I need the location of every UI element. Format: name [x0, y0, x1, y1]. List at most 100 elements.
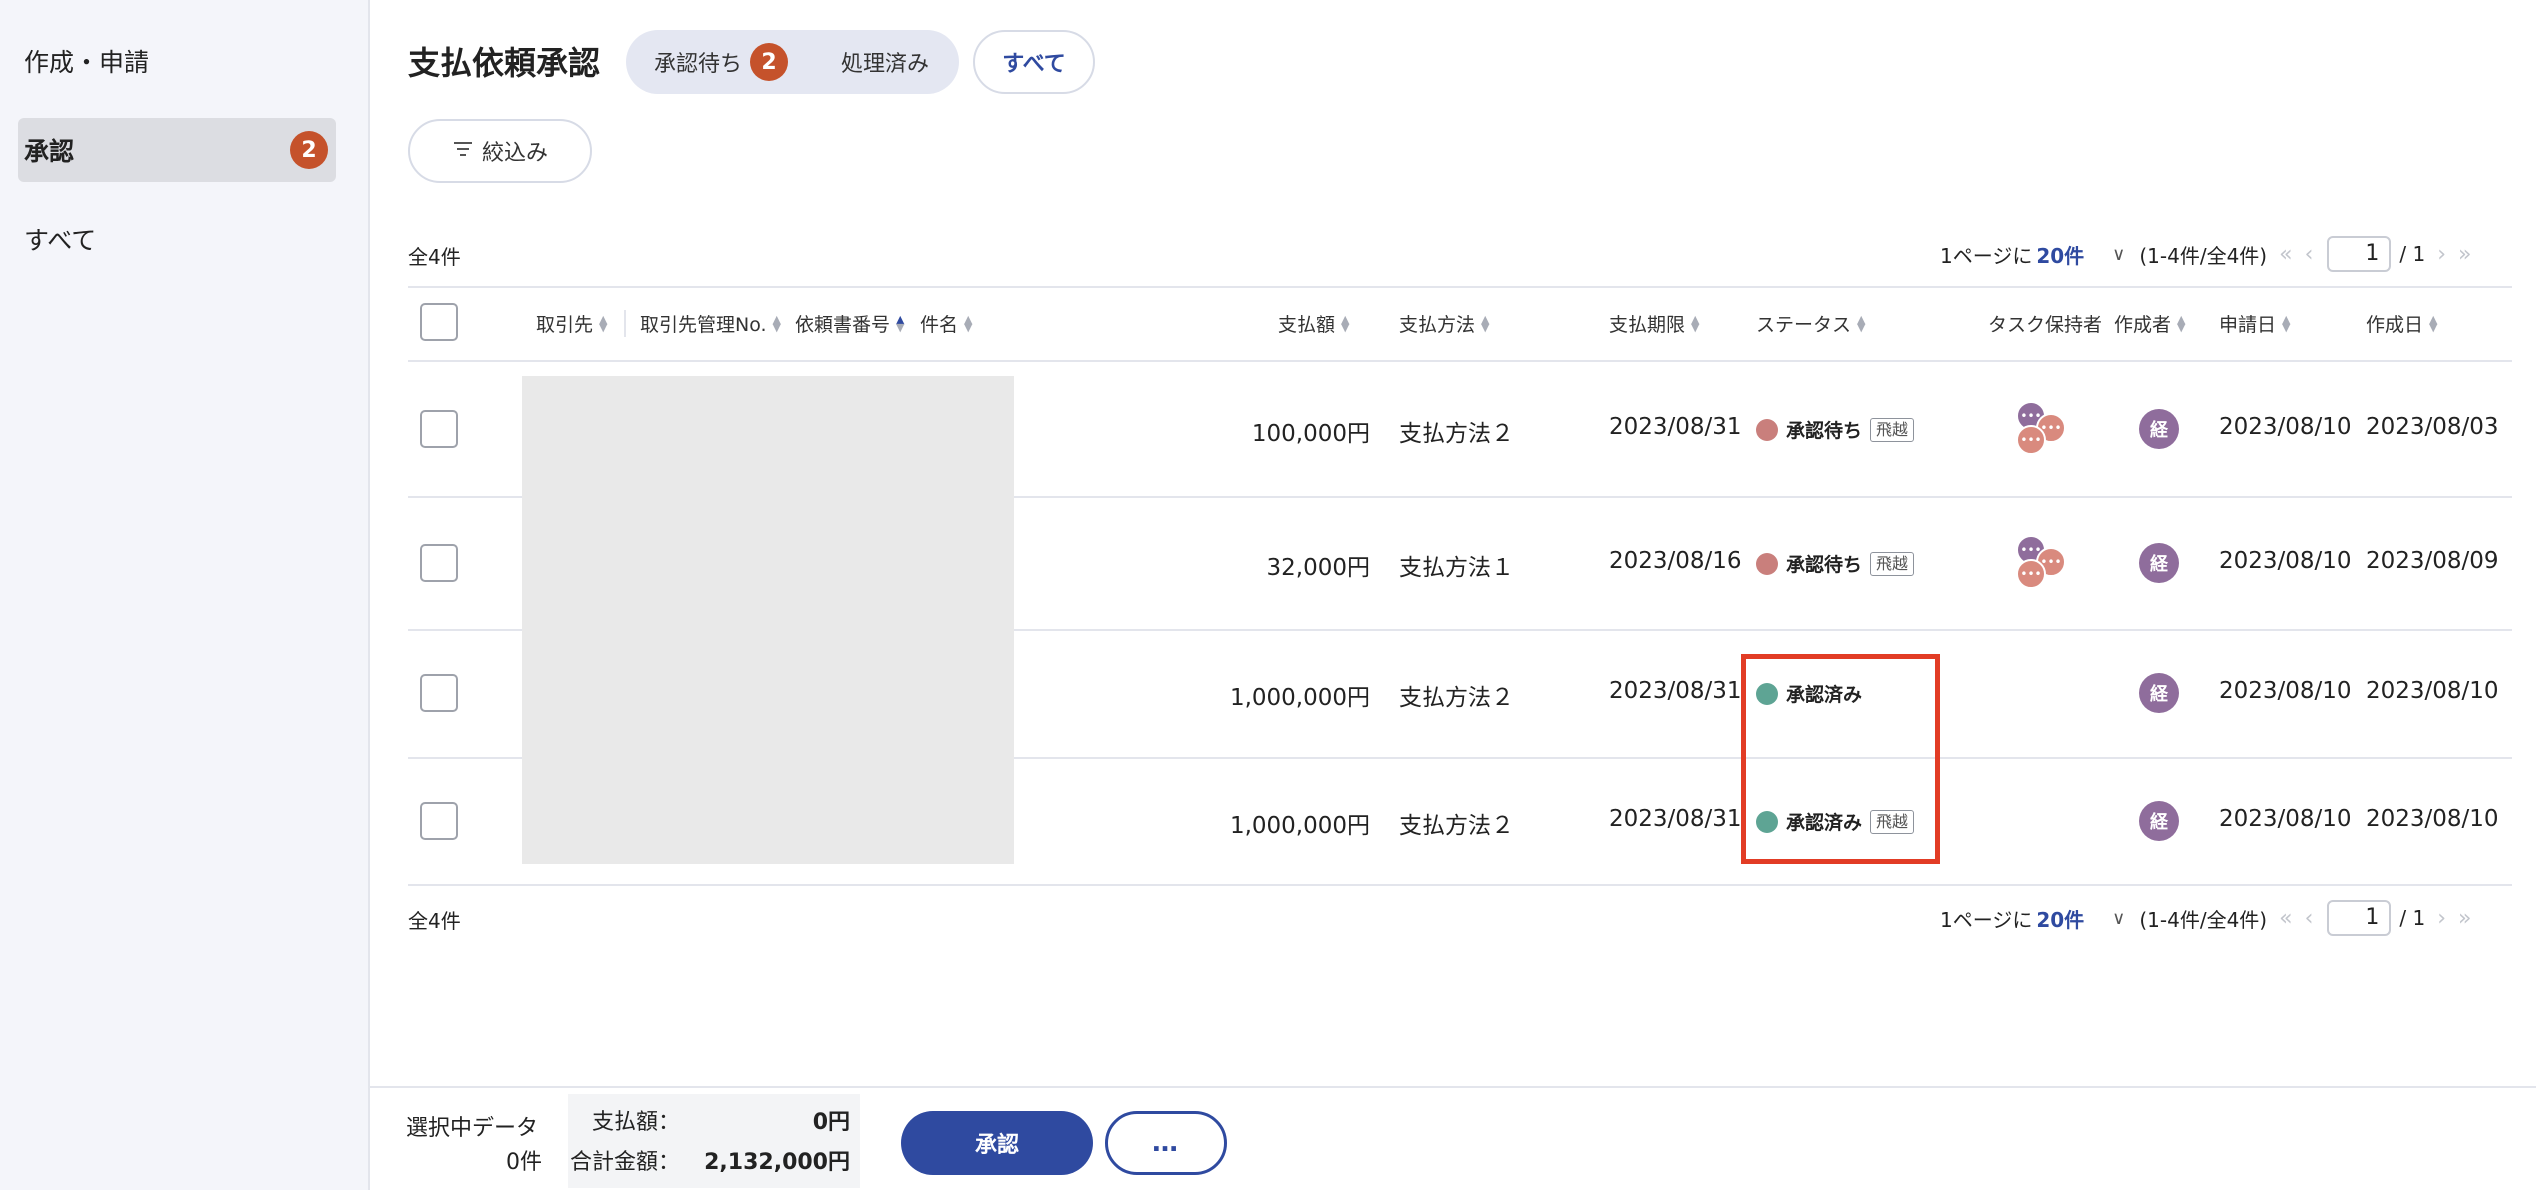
task-holder-avatars[interactable]: ••• ••• •••: [2016, 401, 2072, 457]
sort-icon: ▲ ▼: [2177, 312, 2186, 334]
column-header-subject[interactable]: 件名 ▲ ▼: [920, 310, 972, 337]
per-page-label: 1ページに: [1940, 907, 2033, 932]
column-label: 件名: [920, 314, 959, 336]
column-header-creator[interactable]: 作成者 ▲ ▼: [2114, 310, 2185, 337]
row-checkbox[interactable]: [420, 802, 458, 840]
last-page-icon[interactable]: »: [2458, 906, 2471, 931]
ellipsis-icon: …: [1152, 1128, 1180, 1158]
creator-avatar[interactable]: 経: [2139, 801, 2179, 841]
due-cell: 2023/08/31: [1609, 806, 1742, 832]
tab-label: 処理済み: [841, 52, 930, 77]
chevron-down-icon[interactable]: ∨: [2112, 908, 2125, 929]
tab-processed[interactable]: 処理済み: [841, 30, 929, 94]
sort-icon: ▲ ▼: [2282, 312, 2291, 334]
sort-icon: ▲ ▼: [772, 312, 782, 334]
per-page-select[interactable]: 20件: [2036, 904, 2084, 933]
page-number-input[interactable]: 1: [2327, 900, 2392, 936]
sort-icon: ▲ ▼: [1857, 312, 1866, 334]
sort-icon: ▲ ▼: [599, 312, 608, 334]
pagination: 1ページに 20件 ∨ (1-4件/全4件) « ‹ 1 / 1 › »: [1940, 898, 2471, 938]
due-cell: 2023/08/16: [1609, 548, 1742, 574]
sidebar-item-approval[interactable]: 承認 2: [18, 118, 336, 182]
sort-icon: ▲ ▼: [1481, 312, 1490, 334]
status-label: 承認待ち: [1786, 420, 1863, 442]
select-all-checkbox[interactable]: [420, 303, 458, 341]
column-header-vendor-no[interactable]: 取引先管理No. ▲ ▼: [624, 310, 781, 337]
sort-icon: ▲ ▼: [1341, 312, 1350, 334]
approve-button[interactable]: 承認: [901, 1111, 1093, 1175]
task-holder-avatars[interactable]: ••• ••• •••: [2016, 535, 2072, 591]
creator-avatar[interactable]: 経: [2139, 409, 2179, 449]
more-options-button[interactable]: …: [1105, 1111, 1227, 1175]
tab-label: すべて: [1002, 52, 1066, 77]
column-label: 支払期限: [1609, 314, 1686, 336]
last-page-icon[interactable]: »: [2458, 242, 2471, 267]
tab-all[interactable]: すべて: [973, 30, 1095, 94]
applied-date-cell: 2023/08/10: [2219, 806, 2352, 832]
column-header-request-no[interactable]: 依頼書番号 ▲ ▼: [795, 310, 904, 337]
avatar: •••: [2016, 559, 2046, 589]
pagination: 1ページに 20件 ∨ (1-4件/全4件) « ‹ 1 / 1 › »: [1940, 234, 2471, 274]
due-cell: 2023/08/31: [1609, 678, 1742, 704]
column-header-vendor[interactable]: 取引先 ▲ ▼: [536, 310, 607, 337]
table-header-divider: [408, 360, 2512, 362]
sidebar-item-label: 作成・申請: [24, 48, 150, 77]
due-cell: 2023/08/31: [1609, 414, 1742, 440]
per-page-select[interactable]: 20件: [2036, 240, 2084, 269]
per-page-label: 1ページに: [1940, 243, 2033, 268]
column-label: 取引先管理No.: [640, 314, 767, 336]
sort-icon: ▲ ▼: [964, 312, 973, 334]
created-date-cell: 2023/08/03: [2366, 414, 2499, 440]
applied-date-cell: 2023/08/10: [2219, 414, 2352, 440]
column-label: 支払額: [1278, 314, 1336, 336]
prev-page-icon[interactable]: ‹: [2305, 906, 2314, 931]
chevron-down-icon[interactable]: ∨: [2112, 244, 2125, 265]
row-checkbox[interactable]: [420, 674, 458, 712]
amount-cell: 32,000円: [1266, 555, 1370, 581]
created-date-cell: 2023/08/09: [2366, 548, 2499, 574]
status-dot: [1756, 552, 1778, 575]
page-number-input[interactable]: 1: [2327, 236, 2392, 272]
method-cell: 支払方法２: [1399, 813, 1514, 839]
sidebar-item-label: 承認: [24, 137, 75, 166]
column-label: 作成日: [2366, 314, 2424, 336]
column-label: タスク保持者: [1988, 314, 2103, 336]
summary-value: 0円: [812, 1110, 850, 1135]
tab-label: 承認待ち: [654, 52, 743, 77]
next-page-icon[interactable]: ›: [2437, 906, 2446, 931]
first-page-icon[interactable]: «: [2279, 242, 2292, 267]
first-page-icon[interactable]: «: [2279, 906, 2292, 931]
creator-avatar[interactable]: 経: [2139, 543, 2179, 583]
filter-label: 絞込み: [481, 141, 548, 166]
tab-pending[interactable]: 承認待ち 2: [654, 30, 789, 94]
row-checkbox[interactable]: [420, 544, 458, 582]
sort-icon: ▲ ▼: [2429, 312, 2438, 334]
count-badge: 2: [750, 43, 789, 81]
column-header-applied[interactable]: 申請日 ▲ ▼: [2219, 310, 2290, 337]
sort-ascending-icon: ▲ ▼: [896, 312, 905, 334]
method-cell: 支払方法２: [1399, 421, 1514, 447]
column-label: 申請日: [2219, 314, 2277, 336]
highlight-box: [1741, 654, 1940, 864]
prev-page-icon[interactable]: ‹: [2305, 242, 2314, 267]
column-header-amount[interactable]: 支払額 ▲ ▼: [1278, 310, 1349, 337]
creator-avatar[interactable]: 経: [2139, 673, 2179, 713]
page-range: (1-4件/全4件): [2139, 907, 2268, 932]
table-top-divider: [408, 286, 2512, 288]
next-page-icon[interactable]: ›: [2437, 242, 2446, 267]
column-header-created[interactable]: 作成日 ▲ ▼: [2366, 310, 2437, 337]
count-badge: 2: [290, 131, 328, 169]
sidebar-item-create[interactable]: 作成・申請: [18, 29, 336, 93]
column-header-method[interactable]: 支払方法 ▲ ▼: [1399, 310, 1489, 337]
sidebar-item-label: すべて: [24, 226, 97, 255]
created-date-cell: 2023/08/10: [2366, 806, 2499, 832]
column-label: 支払方法: [1399, 314, 1476, 336]
status-label: 承認待ち: [1786, 554, 1863, 576]
column-header-status[interactable]: ステータス ▲ ▼: [1756, 310, 1865, 337]
row-checkbox[interactable]: [420, 410, 458, 448]
sidebar-item-all[interactable]: すべて: [18, 207, 336, 271]
amount-cell: 1,000,000円: [1229, 685, 1370, 711]
column-header-due[interactable]: 支払期限 ▲ ▼: [1609, 310, 1699, 337]
skip-tag: 飛越: [1870, 417, 1915, 442]
filter-button[interactable]: 絞込み: [408, 119, 592, 183]
